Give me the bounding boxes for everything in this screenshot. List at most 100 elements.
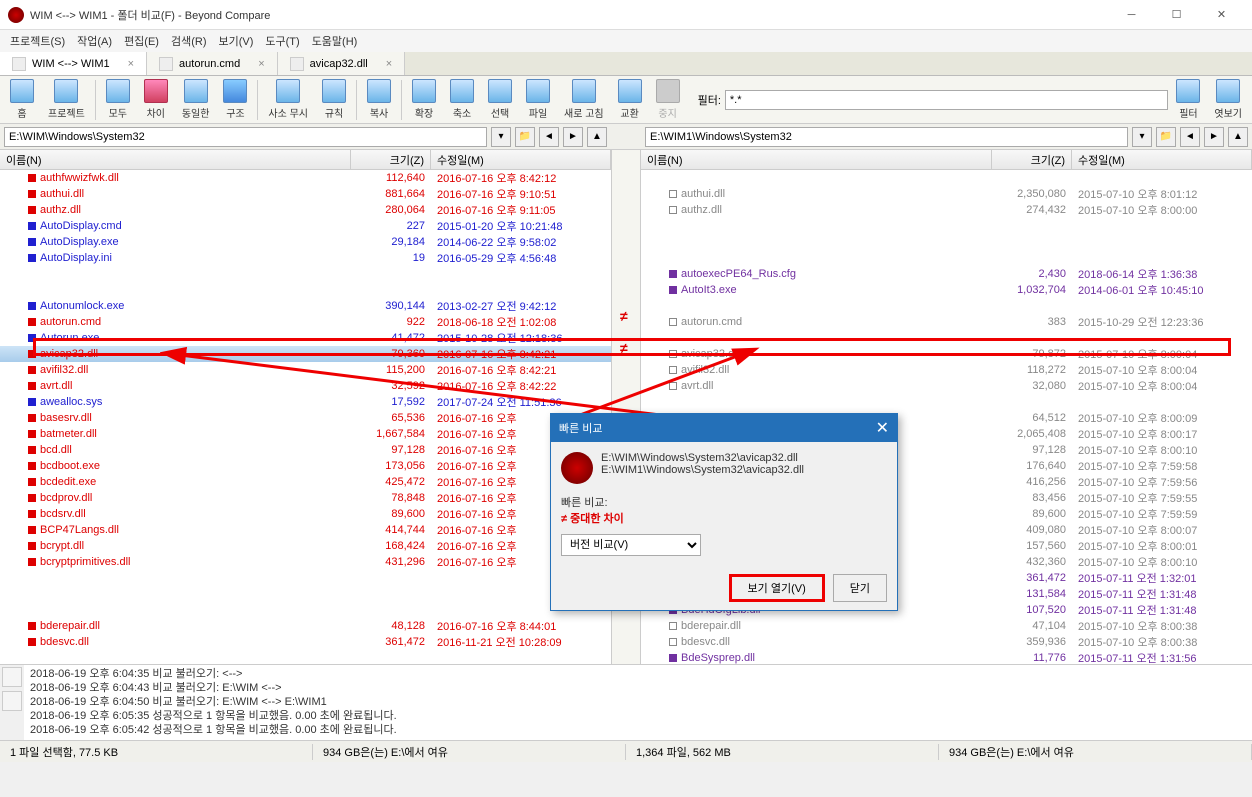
file-row[interactable]: bcdprov.dll78,8482016-07-16 오후 (0, 490, 611, 506)
file-row[interactable]: autorun.cmd3832015-10-29 오전 12:23:36 (641, 314, 1252, 330)
file-row[interactable]: AutoDisplay.cmd2272015-01-20 오후 10:21:48 (0, 218, 611, 234)
select-button[interactable]: 선택 (482, 77, 518, 122)
file-row[interactable]: batmeter.dll1,667,5842016-07-16 오후 (0, 426, 611, 442)
file-row[interactable]: awealloc.sys17,5922017-07-24 오전 11:51:36 (0, 394, 611, 410)
file-row[interactable] (0, 586, 611, 602)
left-dropdown-icon[interactable]: ▾ (491, 127, 511, 147)
dialog-titlebar[interactable]: 빠른 비교 ✕ (551, 414, 897, 442)
file-row[interactable]: bcrypt.dll168,4242016-07-16 오후 (0, 538, 611, 554)
file-row[interactable] (641, 330, 1252, 346)
stop-button[interactable]: 중지 (650, 77, 686, 122)
right-back-button[interactable]: ◄ (1180, 127, 1200, 147)
log-copy-button[interactable] (2, 667, 22, 687)
peek-button[interactable]: 엿보기 (1208, 77, 1248, 122)
file-row[interactable]: avrt.dll32,5922016-07-16 오후 8:42:22 (0, 378, 611, 394)
file-row[interactable]: basesrv.dll65,5362016-07-16 오후 (0, 410, 611, 426)
menu-help[interactable]: 도움말(H) (306, 31, 364, 51)
file-row[interactable] (641, 394, 1252, 410)
file-row[interactable]: avrt.dll32,0802015-07-10 오후 8:00:04 (641, 378, 1252, 394)
file-row[interactable] (0, 282, 611, 298)
file-row[interactable] (0, 570, 611, 586)
file-row[interactable]: bdesvc.dll359,9362015-07-10 오후 8:00:38 (641, 634, 1252, 650)
menu-tools[interactable]: 도구(T) (259, 31, 305, 51)
dialog-open-view-button[interactable]: 보기 열기(V) (729, 574, 825, 602)
minor-button[interactable]: 사소 무시 (262, 77, 314, 122)
file-row[interactable]: BdeSysprep.dll11,7762015-07-11 오전 1:31:5… (641, 650, 1252, 664)
same-button[interactable]: 동일한 (176, 77, 216, 122)
menu-work[interactable]: 작업(A) (71, 31, 118, 51)
left-browse-button[interactable]: 📁 (515, 127, 535, 147)
file-row[interactable]: avicap32.dll79,3602016-07-16 오후 8:42:21 (0, 346, 611, 362)
col-name[interactable]: 이름(N) (0, 150, 351, 169)
files-button[interactable]: 파일 (520, 77, 556, 122)
dialog-close-icon[interactable]: ✕ (876, 418, 889, 438)
maximize-button[interactable]: ☐ (1154, 0, 1199, 30)
file-row[interactable]: avicap32.dll79,8722015-07-10 오후 8:00:04 (641, 346, 1252, 362)
collapse-button[interactable]: 축소 (444, 77, 480, 122)
file-row[interactable]: Autonumlock.exe390,1442013-02-27 오전 9:42… (0, 298, 611, 314)
file-row[interactable] (641, 298, 1252, 314)
file-row[interactable]: avifil32.dll118,2722015-07-10 오후 8:00:04 (641, 362, 1252, 378)
all-button[interactable]: 모두 (100, 77, 136, 122)
file-row[interactable]: authz.dll280,0642016-07-16 오후 9:11:05 (0, 202, 611, 218)
left-back-button[interactable]: ◄ (539, 127, 559, 147)
left-fwd-button[interactable]: ► (563, 127, 583, 147)
col-name[interactable]: 이름(N) (641, 150, 992, 169)
menu-project[interactable]: 프로젝트(S) (4, 31, 71, 51)
right-dropdown-icon[interactable]: ▾ (1132, 127, 1152, 147)
file-row[interactable]: bcdsrv.dll89,6002016-07-16 오후 (0, 506, 611, 522)
file-row[interactable]: AutoDisplay.ini192016-05-29 오후 4:56:48 (0, 250, 611, 266)
expand-button[interactable]: 확장 (406, 77, 442, 122)
file-row[interactable] (641, 234, 1252, 250)
file-row[interactable] (641, 170, 1252, 186)
col-date[interactable]: 수정일(M) (1072, 150, 1252, 169)
file-row[interactable]: avifil32.dll115,2002016-07-16 오후 8:42:21 (0, 362, 611, 378)
file-row[interactable] (0, 266, 611, 282)
left-file-list[interactable]: authfwwizfwk.dll112,6402016-07-16 오후 8:4… (0, 170, 611, 664)
file-row[interactable]: bderepair.dll48,1282016-07-16 오후 8:44:01 (0, 618, 611, 634)
col-date[interactable]: 수정일(M) (431, 150, 611, 169)
right-browse-button[interactable]: 📁 (1156, 127, 1176, 147)
right-up-button[interactable]: ▲ (1228, 127, 1248, 147)
file-row[interactable]: bcdedit.exe425,4722016-07-16 오후 (0, 474, 611, 490)
structure-button[interactable]: 구조 (217, 77, 253, 122)
refresh-button[interactable]: 새로 고침 (558, 77, 610, 122)
dialog-view-combo[interactable]: 버전 비교(V) (561, 534, 701, 556)
home-button[interactable]: 홈 (4, 77, 40, 122)
file-row[interactable]: autorun.cmd9222018-06-18 오전 1:02:08 (0, 314, 611, 330)
file-row[interactable]: bcd.dll97,1282016-07-16 오후 (0, 442, 611, 458)
file-row[interactable]: authui.dll881,6642016-07-16 오후 9:10:51 (0, 186, 611, 202)
dialog-close-button[interactable]: 닫기 (833, 574, 887, 602)
projects-button[interactable]: 프로젝트 (42, 77, 91, 122)
file-row[interactable]: bdesvc.dll361,4722016-11-21 오전 10:28:09 (0, 634, 611, 650)
filter-input[interactable] (725, 90, 1168, 110)
left-path-input[interactable] (4, 127, 487, 147)
file-row[interactable] (641, 250, 1252, 266)
filter-button[interactable]: 필터 (1170, 77, 1206, 122)
left-up-button[interactable]: ▲ (587, 127, 607, 147)
tab-close-icon[interactable]: × (128, 58, 134, 70)
file-row[interactable]: authz.dll274,4322015-07-10 오후 8:00:00 (641, 202, 1252, 218)
file-row[interactable]: bcryptprimitives.dll431,2962016-07-16 오후 (0, 554, 611, 570)
file-row[interactable]: bderepair.dll47,1042015-07-10 오후 8:00:38 (641, 618, 1252, 634)
file-row[interactable]: BCP47Langs.dll414,7442016-07-16 오후 (0, 522, 611, 538)
file-row[interactable]: authui.dll2,350,0802015-07-10 오후 8:01:12 (641, 186, 1252, 202)
file-row[interactable]: AutoIt3.exe1,032,7042014-06-01 오후 10:45:… (641, 282, 1252, 298)
file-row[interactable]: AutoDisplay.exe29,1842014-06-22 오후 9:58:… (0, 234, 611, 250)
file-row[interactable] (0, 602, 611, 618)
file-row[interactable]: autoexecPE64_Rus.cfg2,4302018-06-14 오후 1… (641, 266, 1252, 282)
menu-view[interactable]: 보기(V) (212, 31, 259, 51)
log-save-button[interactable] (2, 691, 22, 711)
file-row[interactable]: bcdboot.exe173,0562016-07-16 오후 (0, 458, 611, 474)
file-row[interactable]: authfwwizfwk.dll112,6402016-07-16 오후 8:4… (0, 170, 611, 186)
right-path-input[interactable] (645, 127, 1128, 147)
session-tab[interactable]: avicap32.dll× (278, 52, 406, 75)
session-tab[interactable]: autorun.cmd× (147, 52, 278, 75)
session-tab[interactable]: WIM <--> WIM1× (0, 52, 147, 75)
menu-edit[interactable]: 편집(E) (118, 31, 165, 51)
close-button[interactable]: ✕ (1199, 0, 1244, 30)
rules-button[interactable]: 규칙 (316, 77, 352, 122)
file-row[interactable] (641, 218, 1252, 234)
tab-close-icon[interactable]: × (258, 58, 264, 70)
col-size[interactable]: 크기(Z) (351, 150, 431, 169)
